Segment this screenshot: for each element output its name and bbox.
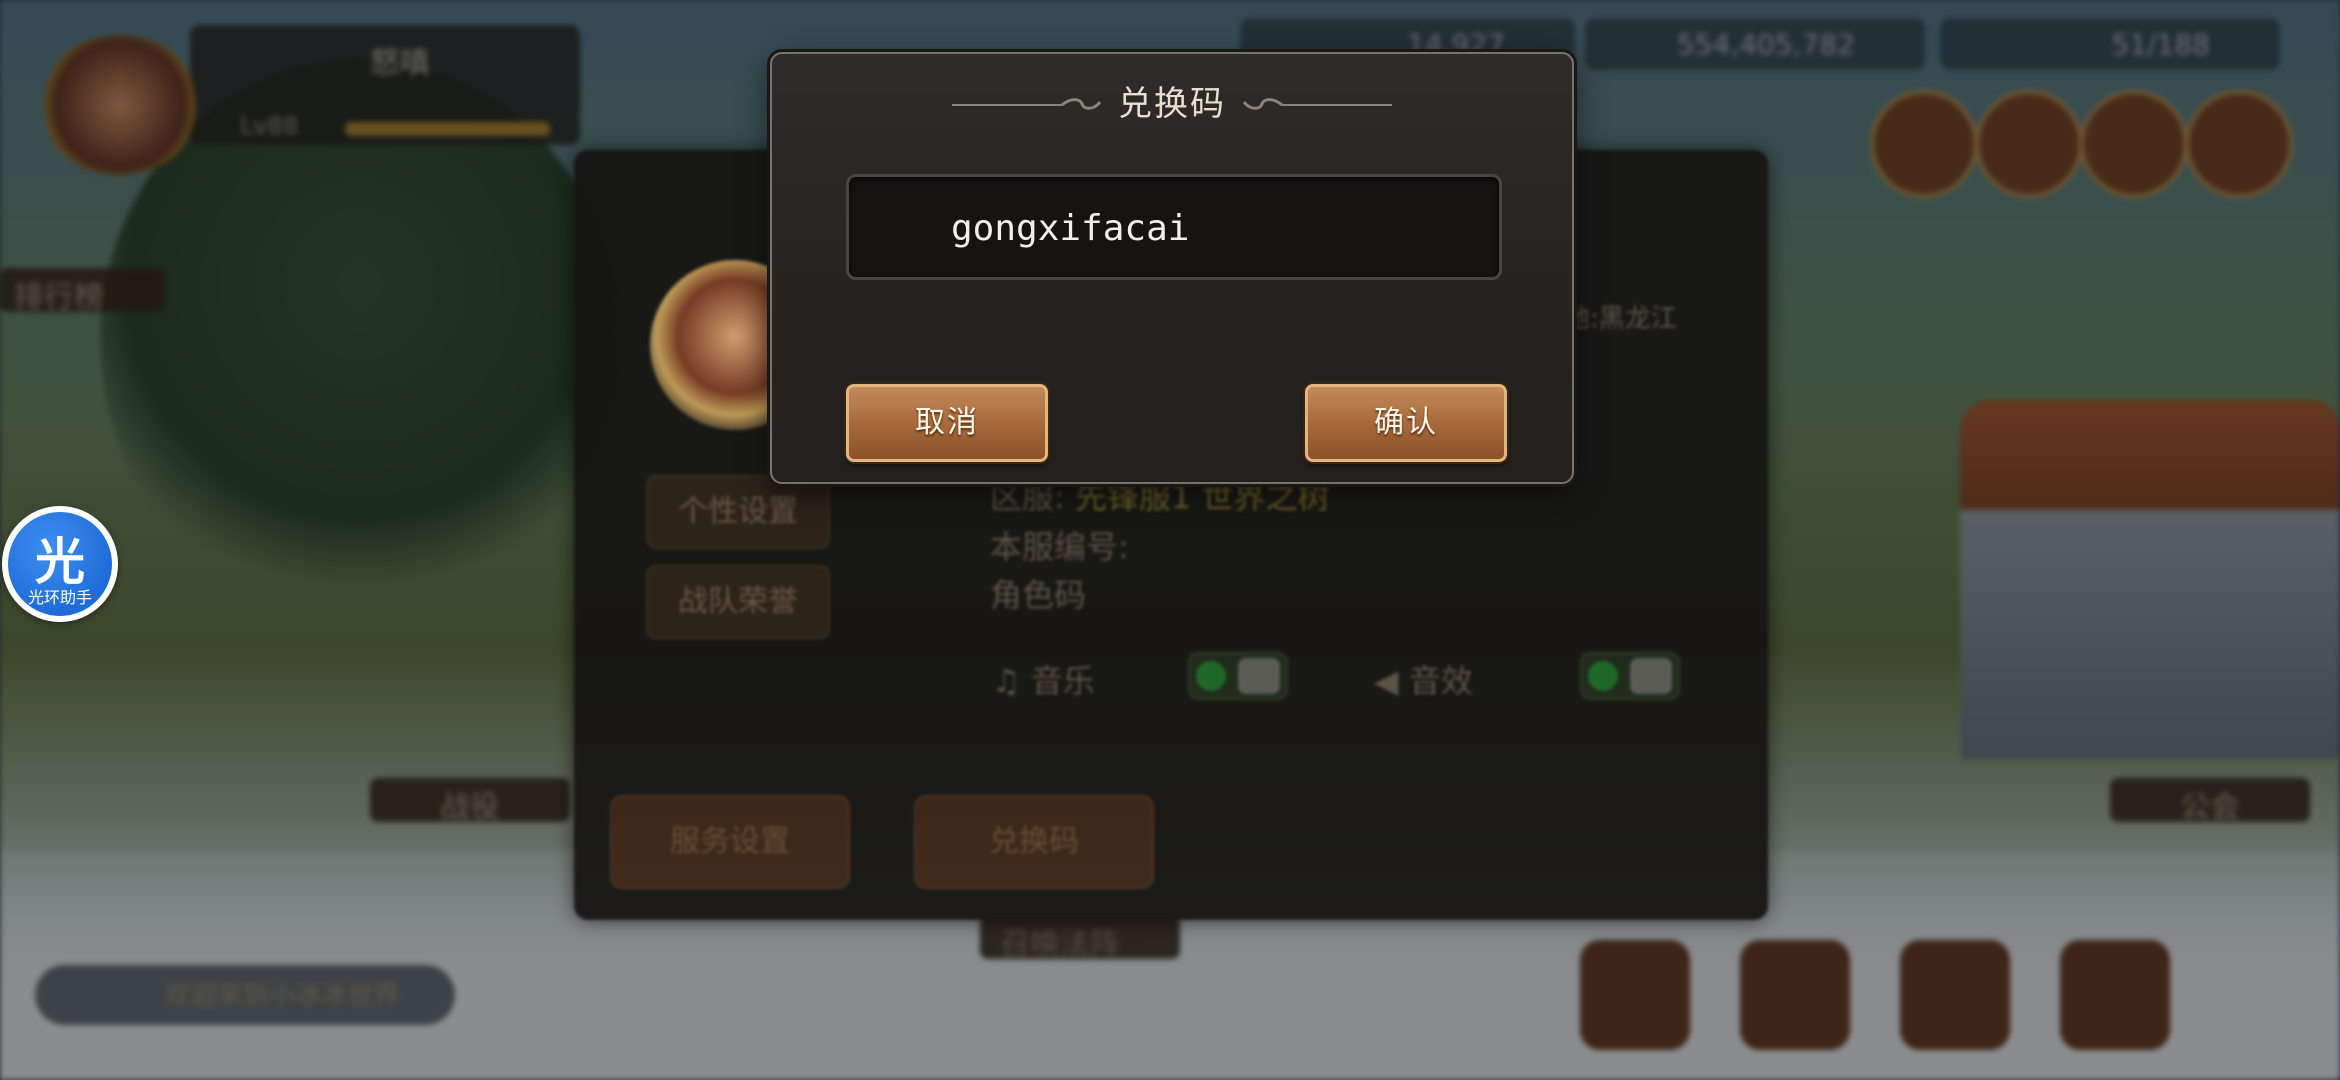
dialog-header: 兑换码 bbox=[772, 68, 1572, 140]
music-row: ♫ 音乐 bbox=[992, 656, 1095, 702]
assistant-floating-button[interactable]: 光 光环助手 bbox=[2, 506, 118, 622]
music-note-icon: ♫ bbox=[992, 662, 1021, 700]
dialog-title: 兑换码 bbox=[1118, 84, 1226, 124]
region-row: 地:黑龙江 bbox=[1564, 298, 1677, 335]
assistant-badge: 光 光环助手 bbox=[8, 512, 112, 616]
sfx-toggle[interactable] bbox=[1580, 652, 1680, 700]
personal-settings-button[interactable]: 个性设置 bbox=[646, 475, 830, 549]
music-toggle-knob bbox=[1238, 658, 1280, 694]
server-number-label: 本服编号: bbox=[990, 528, 1129, 566]
assistant-label: 光环助手 bbox=[27, 588, 92, 607]
redeem-code-button[interactable]: 兑换码 bbox=[914, 795, 1154, 889]
music-label: 音乐 bbox=[1030, 662, 1095, 700]
sfx-row: ◀ 音效 bbox=[1374, 656, 1473, 702]
redeem-code-input-box[interactable] bbox=[846, 174, 1502, 280]
redeem-code-dialog: 兑换码 取消 确认 bbox=[770, 52, 1574, 484]
role-code-label: 角色码 bbox=[990, 576, 1087, 614]
service-settings-button[interactable]: 服务设置 bbox=[610, 795, 850, 889]
cancel-button[interactable]: 取消 bbox=[846, 384, 1048, 462]
music-toggle[interactable] bbox=[1188, 652, 1288, 700]
server-number-row: 本服编号: bbox=[990, 522, 1129, 568]
sfx-label: 音效 bbox=[1408, 662, 1473, 700]
title-ornament-left-icon bbox=[952, 98, 1102, 110]
music-toggle-indicator bbox=[1196, 661, 1226, 691]
sfx-toggle-knob bbox=[1630, 658, 1672, 694]
team-honor-button[interactable]: 战队荣誉 bbox=[646, 565, 830, 639]
speaker-icon: ◀ bbox=[1374, 662, 1399, 700]
redeem-code-input[interactable] bbox=[949, 199, 1473, 257]
role-code-row: 角色码 bbox=[990, 570, 1086, 616]
title-ornament-right-icon bbox=[1242, 98, 1392, 110]
sfx-toggle-indicator bbox=[1588, 661, 1618, 691]
confirm-button[interactable]: 确认 bbox=[1305, 384, 1507, 462]
region-label: 地:黑龙江 bbox=[1564, 304, 1677, 334]
